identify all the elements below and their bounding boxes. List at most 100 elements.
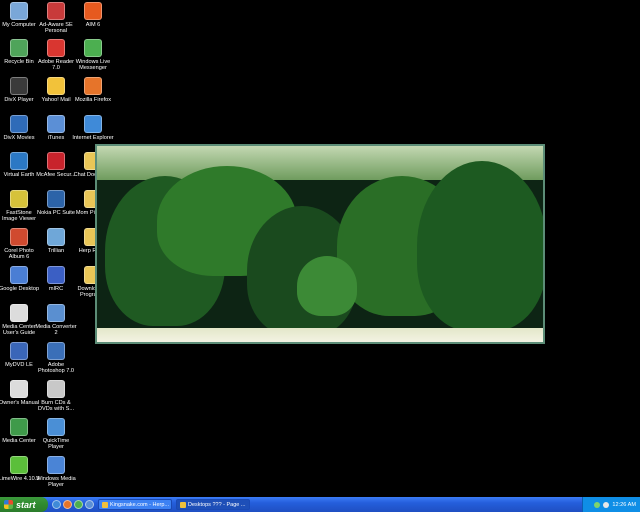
desktop-icon-label: Windows Live Messenger	[75, 59, 111, 72]
desktop-icon-manual[interactable]: Owner's Manual	[0, 380, 40, 406]
media-center-guide-icon	[10, 304, 28, 322]
volume-tray-icon[interactable]	[603, 501, 610, 508]
desktop-icon-label: My Computer	[2, 22, 36, 28]
divx-movies-icon	[10, 115, 28, 133]
media-player-quick-launch-icon[interactable]	[63, 500, 72, 509]
media-converter-icon	[47, 304, 65, 322]
clock: 12:26 AM	[612, 501, 636, 508]
start-button[interactable]: start	[0, 497, 48, 512]
desktop-icon-limewire[interactable]: LimeWire 4.10.3	[0, 456, 40, 482]
desktop-icon-divx-movies[interactable]: DivX Movies	[0, 115, 38, 141]
firefox-icon	[84, 77, 102, 95]
desktop-icon-virtual-earth[interactable]: Virtual Earth	[0, 152, 38, 178]
computer-icon	[10, 2, 28, 20]
desktop-icon-label: mIRC	[48, 286, 64, 292]
desktop-icon-media-center[interactable]: Media Center	[0, 418, 38, 444]
internet-explorer-icon	[84, 115, 102, 133]
desktop-icon-mirc[interactable]: mIRC	[37, 266, 75, 292]
manual-icon	[10, 380, 28, 398]
desktop-icon-yahoo-mail[interactable]: Yahoo! Mail	[37, 77, 75, 103]
desktop-icon-label: LimeWire 4.10.3	[0, 476, 40, 482]
desktop-icon-divx[interactable]: DivX Player	[0, 77, 38, 103]
desktop-icon-label: Media Center User's Guide	[2, 324, 36, 337]
desktop-icon-label: Google Desktop	[0, 286, 40, 292]
divx-icon	[10, 77, 28, 95]
desktop-icon-internet-explorer[interactable]: Internet Explorer	[72, 115, 114, 141]
desktop-icon-computer[interactable]: My Computer	[0, 2, 38, 28]
messenger-quick-launch-icon[interactable]	[85, 500, 94, 509]
desktop-icon-messenger[interactable]: Windows Live Messenger	[74, 39, 112, 72]
wallpaper-aquarium-image	[95, 144, 545, 344]
desktop-icon-burn-cd[interactable]: Burn CDs & DVDs with S...	[37, 380, 75, 413]
faststone-icon	[10, 190, 28, 208]
desktop-icon-mcafee[interactable]: McAfee Secur...	[36, 152, 76, 178]
desktop-icon-label: Adobe Photoshop 7.0	[37, 362, 75, 375]
google-desktop-icon	[10, 266, 28, 284]
network-tray-icon[interactable]	[594, 501, 601, 508]
desktop-icon-label: Nokia PC Suite	[37, 210, 75, 216]
desktop-icon-media-center-guide[interactable]: Media Center User's Guide	[0, 304, 38, 337]
desktop-icon-itunes[interactable]: iTunes	[37, 115, 75, 141]
desktop-icon-label: Corel Photo Album 6	[4, 248, 34, 261]
desktop-icon-label: iTunes	[47, 135, 65, 141]
desktop-icon-adaware[interactable]: Ad-Aware SE Personal	[37, 2, 75, 35]
photoshop-icon	[47, 342, 65, 360]
mydvd-icon	[10, 342, 28, 360]
desktop-icon-mydvd[interactable]: MyDVD LE	[0, 342, 38, 368]
limewire-icon	[10, 456, 28, 474]
desktop-icon-adobe-reader[interactable]: Adobe Reader 7.0	[37, 39, 75, 72]
desktop-icon-trillian[interactable]: Trillian	[37, 228, 75, 254]
desktop-icon-label: Mozilla Firefox	[74, 97, 112, 103]
mcafee-icon	[47, 152, 65, 170]
taskbar-task-desktops[interactable]: Desktops ??? - Page ...	[176, 499, 250, 510]
show-desktop-icon[interactable]	[74, 500, 83, 509]
nokia-icon	[47, 190, 65, 208]
desktop-icon-recycle-bin[interactable]: Recycle Bin	[0, 39, 38, 65]
corel-icon	[10, 228, 28, 246]
desktop-icon-corel[interactable]: Corel Photo Album 6	[0, 228, 38, 261]
recycle-bin-icon	[10, 39, 28, 57]
trillian-icon	[47, 228, 65, 246]
desktop-icon-nokia[interactable]: Nokia PC Suite	[37, 190, 75, 216]
virtual-earth-icon	[10, 152, 28, 170]
start-label: start	[16, 499, 36, 510]
quick-launch	[52, 500, 94, 509]
desktop-icon-label: FastStone Image Viewer	[1, 210, 37, 223]
system-tray: 12:26 AM	[582, 497, 640, 512]
windows-logo-icon	[4, 500, 13, 509]
desktop-icon-label: Windows Media Player	[36, 476, 76, 489]
taskbar: start Kingsnake.com - Herp... Desktops ?…	[0, 497, 640, 512]
aim-icon	[84, 2, 102, 20]
messenger-icon	[84, 39, 102, 57]
adobe-reader-icon	[47, 39, 65, 57]
desktop-icon-aim[interactable]: AIM 6	[74, 2, 112, 28]
desktop-icon-photoshop[interactable]: Adobe Photoshop 7.0	[37, 342, 75, 375]
desktop-icon-quicktime[interactable]: QuickTime Player	[37, 418, 75, 451]
desktop-icon-google-desktop[interactable]: Google Desktop	[0, 266, 40, 292]
desktop-icon-label: Owner's Manual	[0, 400, 40, 406]
desktop-icon-label: MyDVD LE	[5, 362, 33, 368]
desktop-icon-media-converter[interactable]: Media Converter 2	[35, 304, 77, 337]
browser-window-icon	[180, 501, 186, 508]
desktop-icon-label: Virtual Earth	[3, 172, 35, 178]
ie-quick-launch-icon[interactable]	[52, 500, 61, 509]
adaware-icon	[47, 2, 65, 20]
media-center-icon	[10, 418, 28, 436]
desktop-icon-label: Yahoo! Mail	[41, 97, 71, 103]
desktop-icon-label: Ad-Aware SE Personal	[39, 22, 73, 35]
desktop-icon-label: Internet Explorer	[72, 135, 114, 141]
mirc-icon	[47, 266, 65, 284]
desktop-icon-label: Adobe Reader 7.0	[37, 59, 75, 72]
media-player-icon	[47, 456, 65, 474]
desktop-icon-media-player[interactable]: Windows Media Player	[36, 456, 76, 489]
burn-cd-icon	[47, 380, 65, 398]
desktop-icon-label: DivX Player	[4, 97, 34, 103]
desktop-icon-faststone[interactable]: FastStone Image Viewer	[0, 190, 38, 223]
yahoo-mail-icon	[47, 77, 65, 95]
desktop-icon-firefox[interactable]: Mozilla Firefox	[74, 77, 112, 103]
task-label: Kingsnake.com - Herp...	[110, 501, 169, 508]
task-label: Desktops ??? - Page ...	[188, 501, 246, 508]
desktop-icon-label: Burn CDs & DVDs with S...	[37, 400, 75, 413]
desktop-icon-label: McAfee Secur...	[36, 172, 76, 178]
taskbar-task-kingsnake[interactable]: Kingsnake.com - Herp...	[98, 499, 172, 510]
